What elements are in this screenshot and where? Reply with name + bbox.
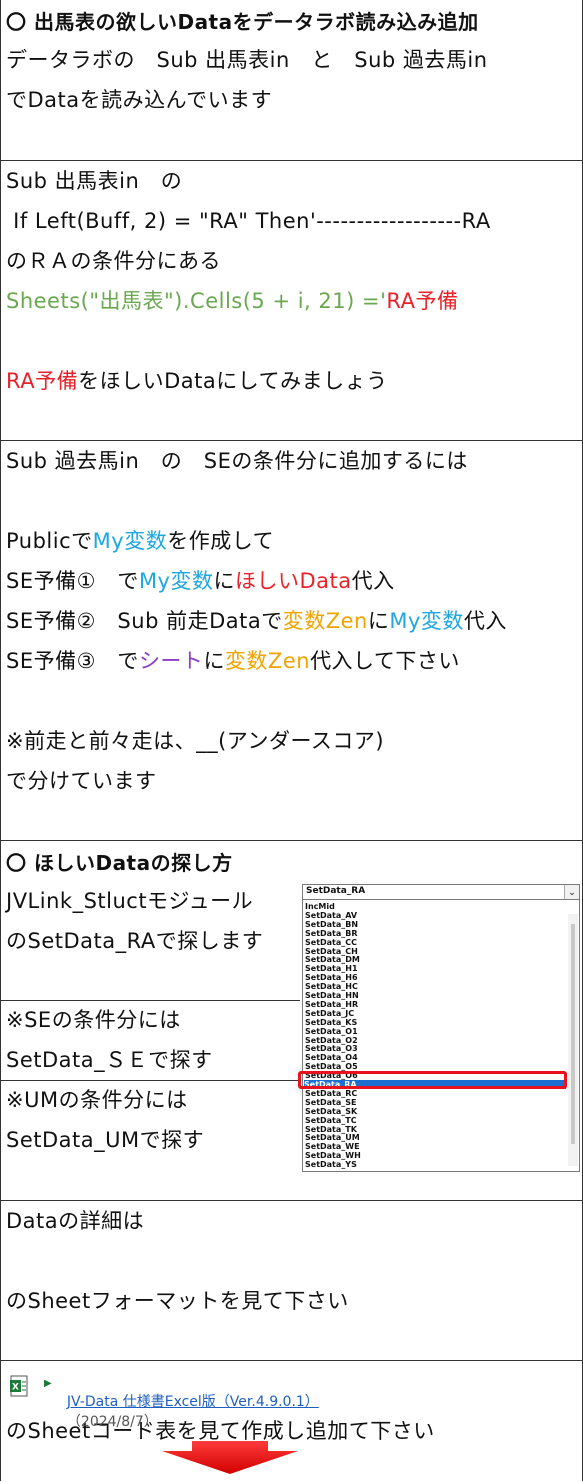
section-heading: 〇 ほしいDataの探し方 bbox=[6, 851, 233, 875]
code-green: Sheets("出馬表").Cells(5 + i, 21) =' bbox=[6, 289, 387, 313]
text-line: のＲＡの条件分にある bbox=[6, 249, 221, 273]
text-span: SE予備① で bbox=[6, 569, 139, 593]
text-line: Sub 出馬表in の bbox=[6, 169, 183, 193]
section-detail: Dataの詳細は のSheetフォーマットを見て下さい bbox=[0, 1200, 583, 1361]
code-line: If Left(Buff, 2) = "RA" Then'-----------… bbox=[6, 209, 491, 233]
section-heading: 〇 出馬表の欲しいDataをデータラボ読み込み追加 bbox=[6, 10, 479, 34]
text-span: に bbox=[213, 569, 235, 593]
text-span: SE予備② Sub 前走Dataで bbox=[6, 609, 283, 633]
text-line: JVLink_Stluctモジュール bbox=[6, 889, 254, 913]
link-date: （2024/8/7） bbox=[66, 1414, 158, 1430]
list-item[interactable]: SetData_JC bbox=[305, 1009, 354, 1018]
spec-link[interactable]: JV-Data 仕様書Excel版（Ver.4.9.0.1） bbox=[67, 1394, 319, 1410]
combobox-value: SetData_RA bbox=[306, 886, 366, 896]
list-item[interactable]: SetData_BN bbox=[305, 920, 358, 929]
text-line: で分けています bbox=[6, 769, 157, 793]
list-item[interactable]: SetData_WH bbox=[305, 1151, 361, 1160]
list-item[interactable]: SetData_CC bbox=[305, 938, 357, 947]
section-shutuba: Sub 出馬表in の If Left(Buff, 2) = "RA" Then… bbox=[0, 160, 583, 441]
list-item[interactable]: SetData_AV bbox=[305, 911, 357, 920]
svg-text:X: X bbox=[12, 1383, 19, 1393]
list-item[interactable]: SetData_TK bbox=[305, 1125, 357, 1134]
list-item[interactable]: SetData_UM bbox=[305, 1133, 360, 1142]
list-item[interactable]: SetData_HR bbox=[305, 1000, 358, 1009]
play-bullet-icon: ▶ bbox=[44, 1378, 52, 1389]
section-kakoba: Sub 過去馬in の SEの条件分に追加するには PublicでMy変数を作成… bbox=[0, 440, 583, 841]
text-line: RA予備をほしいDataにしてみましょう bbox=[6, 361, 388, 401]
text-span: に bbox=[203, 649, 225, 673]
highlight-red: ほしいData bbox=[234, 569, 352, 593]
list-item[interactable]: SetData_HN bbox=[305, 991, 359, 1000]
down-arrow-icon bbox=[162, 1441, 298, 1474]
list-item[interactable]: SetData_WE bbox=[305, 1142, 360, 1151]
text-line: のSheetフォーマットを見て下さい bbox=[6, 1289, 349, 1313]
highlight-orange: 変数Zen bbox=[282, 609, 368, 633]
list-item[interactable]: SetData_SE bbox=[305, 1098, 357, 1107]
text-line: のSetData_RAで探します bbox=[6, 929, 264, 953]
text-line: Sub 過去馬in の SEの条件分に追加するには bbox=[6, 449, 468, 473]
text-line: SE予備② Sub 前走Dataで変数ZenにMy変数代入 bbox=[6, 601, 507, 641]
list-item[interactable]: SetData_O4 bbox=[305, 1053, 358, 1062]
text-span: を作成して bbox=[167, 529, 275, 553]
list-item[interactable]: SetData_H6 bbox=[305, 973, 358, 982]
text-span: SE予備③ で bbox=[6, 649, 139, 673]
text-span: をほしいDataにしてみましょう bbox=[78, 369, 388, 393]
list-item[interactable]: SetData_RC bbox=[305, 1089, 357, 1098]
text-span: 代入して下さい bbox=[310, 649, 460, 673]
selection-highlight-frame bbox=[298, 1071, 567, 1089]
list-item[interactable]: SetData_H1 bbox=[305, 964, 358, 973]
text-span: Publicで bbox=[6, 529, 93, 553]
highlight-cyan: My変数 bbox=[389, 609, 464, 633]
list-item[interactable]: SetData_SK bbox=[305, 1107, 357, 1116]
text-line: Dataの詳細は bbox=[6, 1209, 145, 1233]
list-item[interactable]: SetData_DM bbox=[305, 955, 360, 964]
code-red: RA予備 bbox=[386, 289, 459, 313]
highlight-red: RA予備 bbox=[6, 369, 79, 393]
highlight-cyan: My変数 bbox=[92, 529, 168, 553]
highlight-purple: シート bbox=[138, 649, 204, 673]
text-span: 代入 bbox=[351, 569, 395, 593]
list-item[interactable]: SetData_O1 bbox=[305, 1027, 358, 1036]
excel-file-icon: X bbox=[10, 1375, 28, 1397]
text-span: に bbox=[367, 609, 390, 633]
highlight-orange: 変数Zen bbox=[224, 649, 311, 673]
list-item[interactable]: SetData_YS bbox=[305, 1160, 357, 1169]
listbox-scrollbar[interactable] bbox=[568, 914, 578, 1166]
text-line: PublicでMy変数を作成して bbox=[6, 521, 274, 561]
text-line: SetData_UMで探す bbox=[6, 1128, 205, 1152]
setdata-listbox[interactable]: IncMid SetData_AV SetData_BN SetData_BR SetD… bbox=[302, 899, 580, 1172]
list-item[interactable]: SetData_CH bbox=[305, 947, 358, 956]
text-line: でDataを読み込んでいます bbox=[6, 88, 273, 112]
text-line: ※SEの条件分には bbox=[6, 1008, 181, 1032]
list-item[interactable]: SetData_TC bbox=[305, 1116, 357, 1125]
list-item[interactable]: SetData_KS bbox=[305, 1018, 357, 1027]
text-line: ※UMの条件分には bbox=[6, 1088, 188, 1112]
spec-link-row: JV-Data 仕様書Excel版（Ver.4.9.0.1） （2024/8/7… bbox=[58, 1375, 319, 1431]
highlight-cyan: My変数 bbox=[138, 569, 214, 593]
list-item[interactable]: SetData_O3 bbox=[305, 1044, 358, 1053]
code-line: Sheets("出馬表").Cells(5 + i, 21) ='RA予備 bbox=[6, 281, 458, 321]
list-item[interactable]: SetData_BR bbox=[305, 929, 358, 938]
text-line: データラボの Sub 出馬表in と Sub 過去馬in bbox=[6, 48, 488, 72]
section-intro: 〇 出馬表の欲しいDataをデータラボ読み込み追加 データラボの Sub 出馬表… bbox=[0, 0, 583, 160]
list-item[interactable]: SetData_HC bbox=[305, 982, 358, 991]
list-item[interactable]: IncMid bbox=[305, 902, 335, 911]
list-item[interactable]: SetData_O5 bbox=[305, 1062, 358, 1071]
text-line: ※前走と前々走は、__(アンダースコア) bbox=[6, 729, 385, 753]
text-line: SetData_ＳＥで探す bbox=[6, 1048, 213, 1072]
text-span: 代入 bbox=[463, 609, 507, 633]
scrollbar-thumb[interactable] bbox=[571, 924, 575, 1144]
list-item[interactable]: SetData_O2 bbox=[305, 1036, 358, 1045]
text-line: SE予備① でMy変数にほしいData代入 bbox=[6, 561, 395, 601]
text-line: SE予備③ でシートに変数Zen代入して下さい bbox=[6, 641, 460, 681]
